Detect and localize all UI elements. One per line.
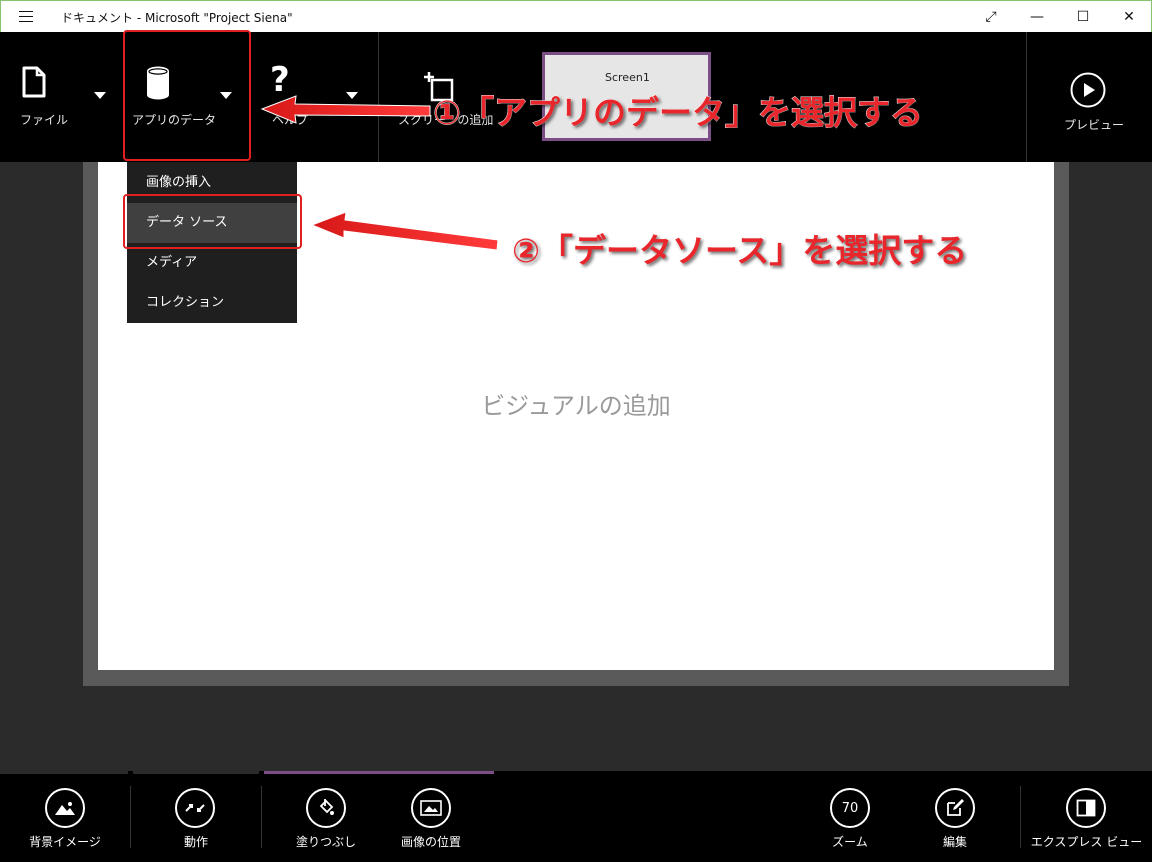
fill-button[interactable]: 塗りつぶし (270, 771, 382, 862)
image-position-icon (411, 788, 451, 828)
paint-bucket-icon (306, 788, 346, 828)
annotation-step2-text: ②「データソース」を選択する (511, 231, 968, 271)
action-arrows-icon (175, 788, 215, 828)
bottom-app-bar: 背景イメージ 動作 塗りつぶし 画像の位置 70 ズーム 編集 エクスプレス ビ… (0, 771, 1152, 862)
express-view-icon (1066, 788, 1106, 828)
arrow-to-appdata (260, 95, 431, 124)
mountain-image-icon (45, 788, 85, 828)
image-position-button[interactable]: 画像の位置 (383, 771, 479, 862)
action-label: 動作 (183, 835, 208, 849)
fill-label: 塗りつぶし (295, 835, 357, 849)
edit-pencil-icon (935, 788, 975, 828)
background-image-label: 背景イメージ (29, 835, 101, 849)
annotation-step1-text: ①「アプリのデータ」を選択する (433, 93, 924, 133)
edit-button[interactable]: 編集 (915, 771, 995, 862)
zoom-button[interactable]: 70 ズーム (810, 771, 890, 862)
express-view-button[interactable]: エクスプレス ビュー (1021, 771, 1152, 862)
express-view-label: エクスプレス ビュー (1030, 835, 1143, 849)
action-button[interactable]: 動作 (131, 771, 261, 862)
zoom-label: ズーム (832, 835, 868, 849)
bottom-divider (261, 786, 262, 848)
edit-label: 編集 (942, 835, 967, 849)
background-image-button[interactable]: 背景イメージ (0, 771, 130, 862)
image-position-label: 画像の位置 (400, 835, 461, 849)
zoom-value: 70 (830, 788, 870, 828)
arrow-to-datasource (310, 211, 499, 251)
